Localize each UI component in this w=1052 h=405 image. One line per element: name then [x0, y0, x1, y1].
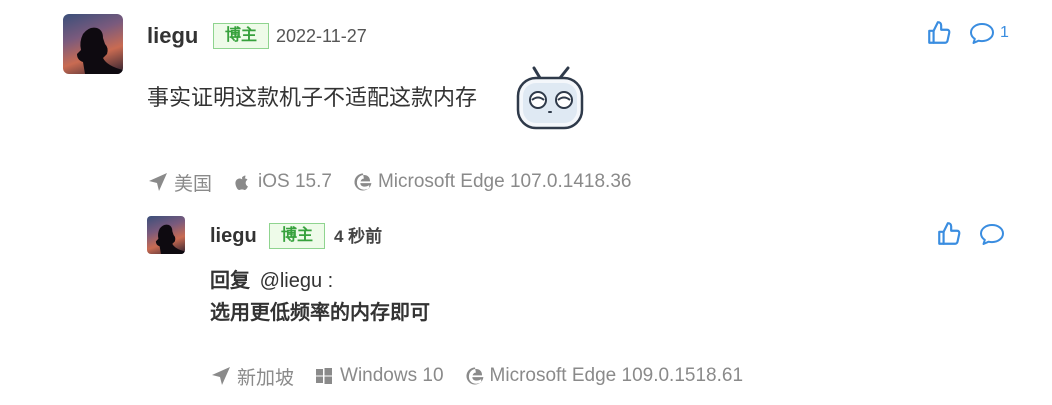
reply-username[interactable]: liegu: [210, 224, 257, 248]
like-button[interactable]: [926, 20, 952, 46]
bilibili-tv-sticker: [514, 64, 586, 132]
edge-icon: [352, 171, 374, 193]
reply-prefix: 回复: [210, 270, 250, 292]
comment-meta: 美国 iOS 15.7 Microsoft Edge 107.0.1418.36: [147, 170, 632, 195]
os: Windows 10: [340, 365, 444, 386]
reply-meta: 新加坡 Windows 10 Microsoft Edge 109.0.1518…: [210, 364, 744, 389]
apple-icon: [232, 171, 252, 193]
thumbs-up-icon: [928, 21, 951, 44]
reply-mention[interactable]: @liegu :: [260, 270, 334, 292]
reply-author-badge: 博主: [269, 223, 325, 249]
comment-date: 2022-11-27: [276, 26, 367, 46]
os: iOS 15.7: [258, 171, 332, 192]
thumbs-up-icon: [938, 222, 961, 245]
reply-like-button[interactable]: [936, 221, 962, 247]
comment-text: 事实证明这款机子不适配这款内存: [147, 85, 478, 110]
location-arrow-icon: [210, 365, 232, 387]
username[interactable]: liegu: [147, 22, 198, 50]
reply-button[interactable]: 1: [969, 21, 1009, 45]
browser: Microsoft Edge 107.0.1418.36: [377, 171, 632, 192]
reply-reply-button[interactable]: [979, 222, 1005, 246]
comment-bubble-icon: [970, 23, 994, 44]
edge-icon: [464, 365, 486, 387]
reply-text: 选用更低频率的内存即可: [210, 302, 430, 324]
avatar[interactable]: [63, 14, 123, 74]
location: 新加坡: [237, 367, 295, 389]
reply-time: 4 秒前: [334, 227, 383, 246]
windows-icon: [314, 365, 334, 387]
comment-bubble-icon: [980, 224, 1004, 245]
location-arrow-icon: [147, 171, 169, 193]
reply-target-line: 回复 @liegu :: [210, 268, 333, 294]
reply-count: 1: [1000, 24, 1009, 41]
reply-avatar[interactable]: [147, 216, 185, 254]
author-badge: 博主: [213, 23, 269, 49]
browser: Microsoft Edge 109.0.1518.61: [489, 365, 744, 386]
location: 美国: [174, 173, 213, 195]
